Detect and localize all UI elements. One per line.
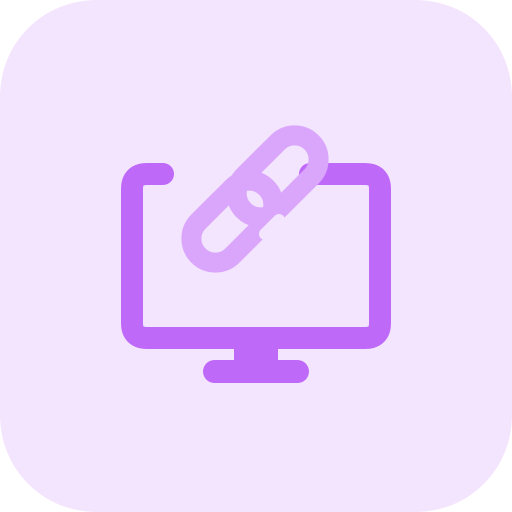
icon-background-tile [0,0,512,512]
monitor-stand-base [203,360,309,383]
icon-canvas [0,0,512,512]
monitor-link-icon [0,0,512,512]
rounded-square-background [0,0,512,512]
